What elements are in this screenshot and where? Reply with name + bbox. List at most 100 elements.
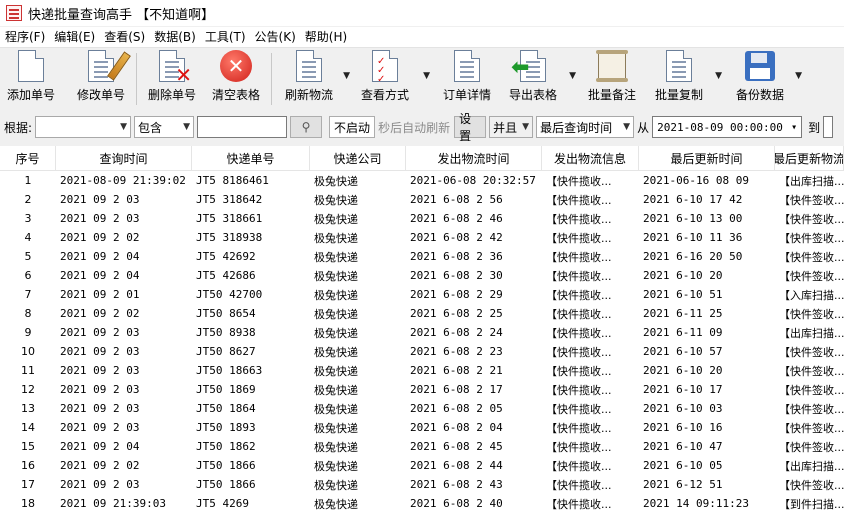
menu-view[interactable]: 查看(S) (99, 27, 149, 47)
table-cell[interactable]: 【快件揽收... (542, 399, 639, 418)
batch-copy-button[interactable]: 批量复制 ▼ (650, 49, 722, 109)
table-cell[interactable]: 15 (0, 437, 56, 456)
table-cell[interactable]: 【到件扫描... (775, 494, 844, 512)
edit-tracking-button[interactable]: 修改单号 (74, 49, 131, 109)
table-cell[interactable]: 2021 6-16 20 50 (639, 247, 775, 266)
clear-table-button[interactable]: ✕ 清空表格 (209, 49, 263, 109)
table-cell[interactable]: 2021 6-12 51 (639, 475, 775, 494)
table-cell[interactable]: 2021 6-10 05 (639, 456, 775, 475)
to-date-picker[interactable] (823, 116, 834, 138)
table-row[interactable]: 18 2021 09 21:39:03 JT5 4269 极兔快递 2021 6-08 … (0, 494, 844, 512)
table-cell[interactable]: 9 (0, 323, 56, 342)
table-cell[interactable]: 5 (0, 247, 56, 266)
table-cell[interactable]: JT5 318661 (192, 209, 310, 228)
table-cell[interactable]: JT50 42700 (192, 285, 310, 304)
table-cell[interactable]: 极兔快递 (310, 342, 406, 361)
add-tracking-button[interactable]: 添加单号 (4, 49, 58, 109)
table-cell[interactable]: JT5 8186461 (192, 171, 310, 190)
logic-select[interactable]: 并且 ▼ (489, 116, 534, 138)
table-cell[interactable]: 2021 09 2 03 (56, 209, 192, 228)
table-row[interactable]: 9 2021 09 2 03 JT50 8938 极兔快递 2021 6-08 2 24… (0, 323, 844, 342)
table-cell[interactable]: 极兔快递 (310, 190, 406, 209)
filter-field-select[interactable]: ▼ (35, 116, 132, 138)
table-cell[interactable]: JT50 1864 (192, 399, 310, 418)
table-cell[interactable]: 【快件揽收... (542, 304, 639, 323)
table-cell[interactable]: 2021 6-08 2 36 (406, 247, 542, 266)
table-cell[interactable]: 【快件签收... (775, 361, 844, 380)
table-cell[interactable]: JT5 4269 (192, 494, 310, 512)
table-cell[interactable]: 2021 6-10 16 (639, 418, 775, 437)
table-cell[interactable]: 7 (0, 285, 56, 304)
table-cell[interactable]: JT50 1869 (192, 380, 310, 399)
autostart-button[interactable]: 不启动 (329, 116, 376, 138)
search-button[interactable]: ⚲ (290, 116, 323, 138)
time-field-select[interactable]: 最后查询时间 ▼ (536, 116, 635, 138)
table-cell[interactable]: 2021 6-08 2 40 (406, 494, 542, 512)
table-cell[interactable]: 极兔快递 (310, 323, 406, 342)
table-row[interactable]: 15 2021 09 2 04 JT50 1862 极兔快递 2021 6-08 2 4… (0, 437, 844, 456)
table-cell[interactable]: 【快件签收... (775, 228, 844, 247)
table-cell[interactable]: 极兔快递 (310, 228, 406, 247)
menu-program[interactable]: 程序(F) (0, 27, 49, 47)
table-cell[interactable]: 2021 6-10 20 (639, 266, 775, 285)
table-row[interactable]: 3 2021 09 2 03 JT5 318661 极兔快递 2021 6-08 2 4… (0, 209, 844, 228)
table-cell[interactable]: 【快件签收... (775, 209, 844, 228)
table-row[interactable]: 11 2021 09 2 03 JT50 18663 极兔快递 2021 6-08 2 … (0, 361, 844, 380)
table-cell[interactable]: 2021 6-08 2 25 (406, 304, 542, 323)
table-cell[interactable]: JT5 318642 (192, 190, 310, 209)
table-cell[interactable]: 【快件揽收... (542, 266, 639, 285)
calendar-icon[interactable]: ▾ (791, 122, 797, 133)
table-cell[interactable]: 【出库扫描... (775, 323, 844, 342)
search-input[interactable] (197, 116, 288, 138)
table-cell[interactable]: 2021 6-10 57 (639, 342, 775, 361)
table-cell[interactable]: 【快件签收... (775, 190, 844, 209)
table-cell[interactable]: 2021 6-08 2 43 (406, 475, 542, 494)
table-cell[interactable]: 【快件签收... (775, 380, 844, 399)
table-row[interactable]: 4 2021 09 2 02 JT5 318938 极兔快递 2021 6-08 2 4… (0, 228, 844, 247)
table-row[interactable]: 17 2021 09 2 03 JT50 1866 极兔快递 2021 6-08 2 4… (0, 475, 844, 494)
table-cell[interactable]: 2021 6-08 2 30 (406, 266, 542, 285)
table-cell[interactable]: 2021 6-08 2 24 (406, 323, 542, 342)
table-cell[interactable]: 2021 09 2 03 (56, 475, 192, 494)
table-cell[interactable]: 2021 09 2 02 (56, 228, 192, 247)
table-cell[interactable]: 4 (0, 228, 56, 247)
column-header[interactable]: 最后更新物流 (775, 146, 844, 170)
table-cell[interactable]: 2021 6-11 25 (639, 304, 775, 323)
table-cell[interactable]: 2021 6-08 2 42 (406, 228, 542, 247)
table-row[interactable]: 7 2021 09 2 01 JT50 42700 极兔快递 2021 6-08 2 2… (0, 285, 844, 304)
table-cell[interactable]: 2 (0, 190, 56, 209)
table-cell[interactable]: 极兔快递 (310, 247, 406, 266)
column-header[interactable]: 发出物流时间 (406, 146, 542, 170)
chevron-down-icon[interactable]: ▼ (795, 71, 802, 81)
table-cell[interactable]: JT50 1866 (192, 475, 310, 494)
table-cell[interactable]: 【快件签收... (775, 266, 844, 285)
table-row[interactable]: 5 2021 09 2 04 JT5 42692 极兔快递 2021 6-08 2 36… (0, 247, 844, 266)
table-cell[interactable]: 2021 09 2 02 (56, 304, 192, 323)
table-cell[interactable]: 【快件签收... (775, 475, 844, 494)
table-cell[interactable]: 2021 14 09:11:23 (639, 494, 775, 512)
table-cell[interactable]: 2021 09 2 04 (56, 247, 192, 266)
table-cell[interactable]: 2021 6-10 13 00 (639, 209, 775, 228)
table-cell[interactable]: 2021 6-11 09 (639, 323, 775, 342)
settings-button[interactable]: 设置 (454, 112, 487, 143)
table-cell[interactable]: 10 (0, 342, 56, 361)
table-cell[interactable]: 2021 6-10 03 (639, 399, 775, 418)
table-cell[interactable]: 2021 6-08 2 46 (406, 209, 542, 228)
table-cell[interactable]: 【快件签收... (775, 399, 844, 418)
menu-edit[interactable]: 编辑(E) (49, 27, 99, 47)
table-cell[interactable]: 2021 6-08 2 29 (406, 285, 542, 304)
view-mode-button[interactable]: ✓ ✓ ✓ 查看方式 ▼ (354, 49, 430, 109)
table-cell[interactable]: 12 (0, 380, 56, 399)
table-cell[interactable]: 极兔快递 (310, 285, 406, 304)
table-cell[interactable]: 18 (0, 494, 56, 512)
table-cell[interactable]: 2021 6-08 2 05 (406, 399, 542, 418)
delete-tracking-button[interactable]: ✕ 删除单号 (145, 49, 199, 109)
table-cell[interactable]: 2021 6-10 20 (639, 361, 775, 380)
table-cell[interactable]: 【快件揽收... (542, 418, 639, 437)
table-cell[interactable]: 极兔快递 (310, 209, 406, 228)
menu-help[interactable]: 帮助(H) (300, 27, 351, 47)
table-cell[interactable]: 2021 6-10 51 (639, 285, 775, 304)
table-cell[interactable]: 2021 09 2 03 (56, 190, 192, 209)
table-cell[interactable]: JT50 8654 (192, 304, 310, 323)
table-cell[interactable]: 1 (0, 171, 56, 190)
